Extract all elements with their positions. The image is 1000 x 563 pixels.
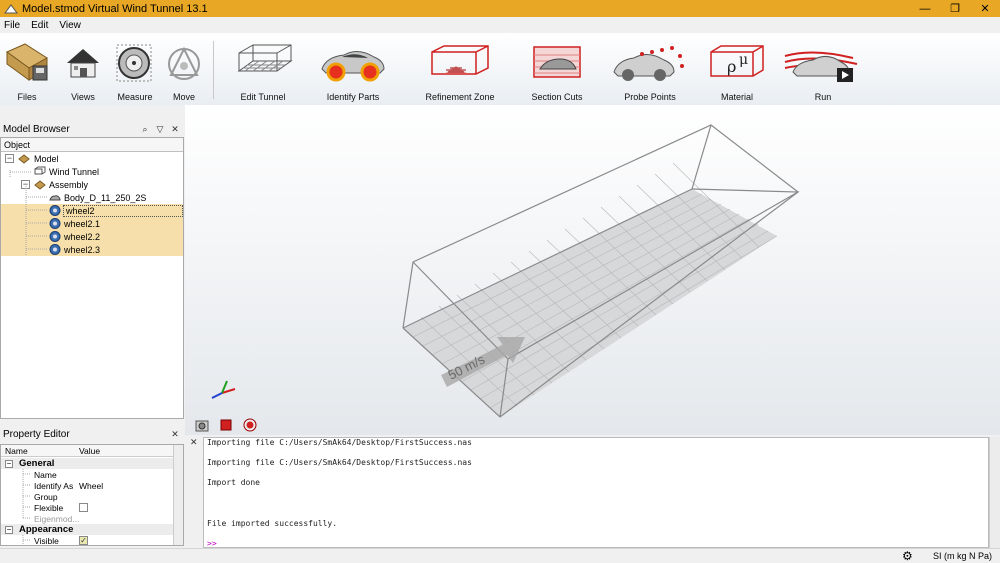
house-icon	[63, 39, 103, 87]
menu-bar: File Edit View	[0, 17, 1000, 33]
probe-points-label: Probe Points	[624, 92, 676, 102]
files-label: Files	[17, 92, 37, 102]
menu-file[interactable]: File	[4, 20, 20, 31]
model-browser-tree: Object − Model Wind Tunnel − Assembly Bo…	[0, 137, 184, 419]
minimize-button[interactable]: —	[910, 0, 940, 17]
tree-item-label: wheel2.3	[64, 244, 101, 255]
svg-text:μ: μ	[739, 52, 748, 68]
car-probe-icon	[612, 39, 688, 87]
probe-points-button[interactable]: Probe Points	[609, 39, 691, 102]
window-title: Model.stmod Virtual Wind Tunnel 13.1	[22, 2, 208, 15]
console-prompt[interactable]: >>	[207, 539, 217, 548]
edit-tunnel-button[interactable]: Edit Tunnel	[233, 39, 293, 102]
property-editor-title: Property Editor	[3, 428, 70, 440]
tunnel-box-icon	[233, 39, 293, 87]
record-icon[interactable]	[242, 417, 258, 433]
identify-parts-label: Identify Parts	[326, 92, 380, 102]
move-button[interactable]: Move	[161, 39, 207, 102]
refinement-box-icon	[428, 39, 492, 87]
3d-viewport[interactable]: 50 m/s	[185, 105, 1000, 435]
move-gizmo-icon	[164, 39, 204, 87]
title-bar: Model.stmod Virtual Wind Tunnel 13.1 — ❐…	[0, 0, 1000, 17]
model-browser-header: Model Browser ⌕ ▽ ✕	[0, 121, 184, 137]
property-scrollbar[interactable]	[173, 445, 183, 545]
menu-view[interactable]: View	[59, 20, 81, 31]
identify-parts-button[interactable]: Identify Parts	[316, 39, 390, 102]
move-label: Move	[172, 92, 195, 102]
search-icon[interactable]: ⌕	[139, 124, 151, 135]
refinement-zone-label: Refinement Zone	[425, 92, 495, 102]
camera-icon[interactable]	[194, 417, 210, 433]
tree-item-label: wheel2.1	[64, 218, 101, 229]
visible-checkbox[interactable]: ✓	[79, 536, 88, 545]
toolbar-separator	[213, 41, 214, 99]
console-close-icon[interactable]: ✕	[190, 437, 198, 448]
edit-tunnel-label: Edit Tunnel	[240, 92, 286, 102]
run-label: Run	[814, 92, 832, 102]
section-cuts-label: Section Cuts	[531, 92, 583, 102]
output-console[interactable]: Importing file C:/Users/SmAk64/Desktop/F…	[203, 437, 989, 548]
views-button[interactable]: Views	[63, 39, 103, 102]
console-line: Importing file C:/Users/SmAk64/Desktop/F…	[207, 458, 472, 467]
measure-button[interactable]: Measure	[110, 39, 160, 102]
menu-edit[interactable]: Edit	[31, 20, 48, 31]
section-cut-icon	[530, 39, 584, 87]
console-line: File imported successfully.	[207, 519, 338, 528]
close-button[interactable]: ✕	[970, 0, 1000, 17]
settings-gear-icon[interactable]: ⚙	[902, 549, 913, 563]
main-toolbar: Files Views Measure Move Edit Tunnel Ide…	[0, 33, 1000, 105]
console-line: Import done	[207, 478, 260, 487]
close-icon[interactable]: ✕	[169, 124, 181, 135]
car-run-icon	[783, 39, 863, 87]
app-icon	[4, 3, 18, 13]
folder-disk-icon	[3, 39, 51, 87]
car-wheels-icon	[318, 39, 388, 87]
tree-item-label: wheel2	[63, 204, 183, 217]
refinement-zone-button[interactable]: Refinement Zone	[422, 39, 498, 102]
views-label: Views	[71, 92, 95, 102]
section-cuts-button[interactable]: Section Cuts	[531, 39, 583, 102]
svg-text:ρ: ρ	[727, 57, 736, 76]
tree-connector-lines	[9, 170, 47, 256]
wind-tunnel-scene: 50 m/s	[211, 124, 800, 418]
measure-label: Measure	[117, 92, 153, 102]
status-bar: ⚙ SI (m kg N Pa)	[0, 548, 1000, 563]
files-button[interactable]: Files	[4, 39, 50, 102]
maximize-button[interactable]: ❐	[940, 0, 970, 17]
wheel-measure-icon	[114, 39, 156, 87]
tree-item-label: wheel2.2	[64, 231, 101, 242]
identify-as-value[interactable]: Wheel	[79, 481, 103, 491]
axis-triad-icon	[211, 380, 236, 399]
material-label: Material	[720, 92, 753, 102]
value-column-header[interactable]: Value	[79, 446, 100, 456]
run-button[interactable]: Run	[781, 39, 865, 102]
tree-item-label: Body_D_11_250_2S	[64, 192, 147, 203]
filter-icon[interactable]: ▽	[154, 124, 166, 135]
property-tree-lines	[22, 469, 31, 545]
flexible-checkbox[interactable]	[79, 503, 88, 512]
console-toolbar: ✕	[185, 415, 1000, 447]
record-stop-icon[interactable]	[218, 417, 234, 433]
material-button[interactable]: ρ μ Material	[705, 39, 769, 102]
close-icon[interactable]: ✕	[169, 429, 181, 440]
property-editor-grid: Name Value − General Name Identify As Wh…	[0, 444, 184, 546]
rho-mu-icon: ρ μ	[707, 39, 767, 87]
unit-system-label[interactable]: SI (m kg N Pa)	[933, 551, 992, 561]
console-scrollbar[interactable]	[989, 437, 1000, 548]
model-browser-title: Model Browser	[3, 123, 70, 135]
property-editor-header: Property Editor ✕	[0, 426, 184, 442]
console-line: Importing file C:/Users/SmAk64/Desktop/F…	[207, 438, 472, 447]
